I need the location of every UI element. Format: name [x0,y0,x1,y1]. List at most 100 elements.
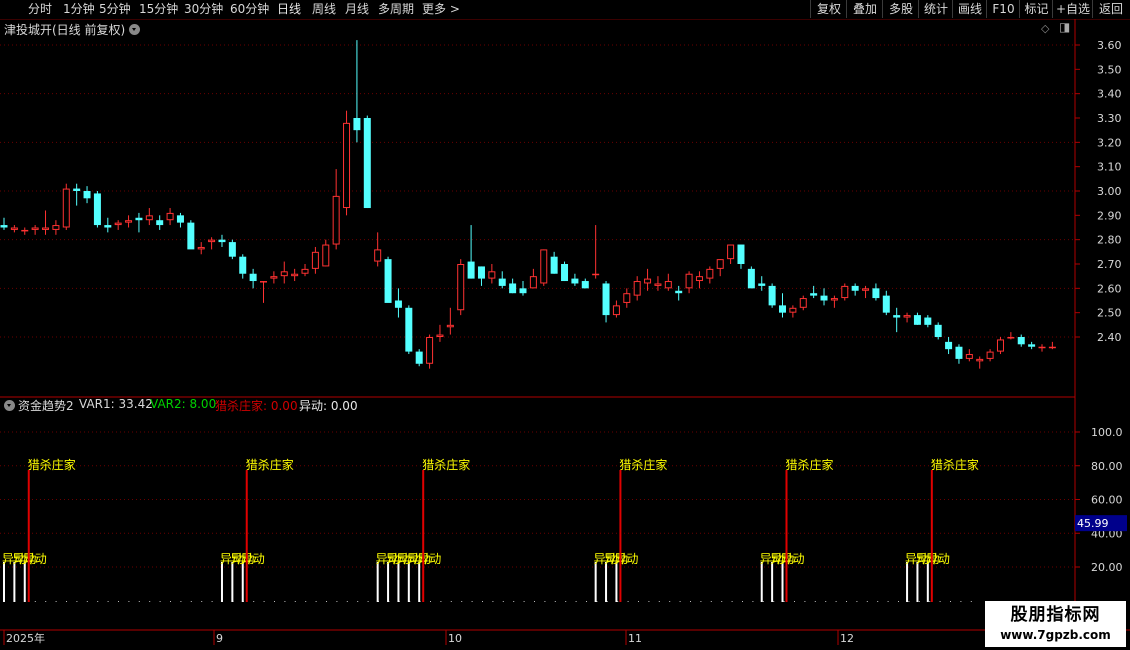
top-toolbar: 分时 1分钟 5分钟 15分钟 30分钟 60分钟 日线 周线 月线 多周期 更… [0,0,1130,20]
baseline-dot [357,601,359,602]
period-tab-1min[interactable]: 1分钟 [63,1,95,18]
baseline-dot [898,601,899,602]
more-periods-button[interactable]: 更多 > [422,1,460,18]
candlestick [457,259,465,316]
back-button[interactable]: 返回 [1092,0,1129,18]
candle-body [498,278,506,286]
candlestick [581,278,589,289]
candle-body [93,193,101,226]
indicator-name[interactable]: 资金趋势2 [18,397,74,414]
watermark-url: www.7gpzb.com [1000,628,1111,642]
candle-body [291,273,299,277]
candle-body [509,283,517,294]
yidong-label: 异动 [396,552,420,566]
baseline-dot [170,601,171,602]
candle-body [260,281,267,283]
period-tab-60min[interactable]: 60分钟 [230,1,269,18]
yidong-label: 异动 [760,552,784,566]
baseline-dot [669,601,671,602]
candle-body [249,273,257,282]
candlestick [218,234,226,247]
lieshazhuangjia-value: 猎杀庄家: 0.00 [215,399,298,413]
baseline-dot [710,601,712,602]
candle-body [83,191,91,199]
signal-label: 猎杀庄家 [28,457,76,472]
candlestick [10,225,18,233]
layout-toggle-icon[interactable]: ◨ [1059,20,1070,34]
baseline-dot [222,601,223,602]
yidong-bar [220,562,223,602]
restore-rights-button[interactable]: 复权 [810,0,847,18]
candle-body [166,212,174,221]
period-tab-multi[interactable]: 多周期 [378,1,414,18]
baseline-dot [66,601,67,602]
candlestick [260,281,267,303]
baseline-dot [118,601,119,602]
candle-body [446,324,454,328]
yidong-bar [916,562,919,602]
candlestick [903,312,911,323]
period-tab-weekly[interactable]: 周线 [312,1,336,18]
candle-body [664,281,672,289]
add-favorite-button[interactable]: +自选 [1052,0,1093,18]
baseline-dot [159,601,161,602]
price-axis-label: 2.60 [1097,282,1122,295]
f10-button[interactable]: F10 [986,0,1020,18]
candle-body [104,225,112,228]
candlestick [1048,341,1056,350]
baseline-dot [263,601,265,602]
indicator-menu-icon[interactable] [4,400,15,411]
candlestick [758,276,766,291]
candle-body [945,341,953,350]
period-tab-daily[interactable]: 日线 [277,1,301,18]
baseline-dot [814,601,816,602]
candlestick [426,334,434,369]
chart-canvas[interactable]: 异动异动异动 异动异动异动 异动异动异动异动异动 异动异动异动 异动异动异动 异动异动异动… [0,0,1130,650]
yidong-label: 异动 [781,552,805,566]
yidong-bar [605,562,608,602]
statistics-button[interactable]: 统计 [918,0,953,18]
baseline-dot [388,601,390,602]
baseline-dot [346,601,348,602]
candlestick [280,261,288,284]
baseline-dot [970,601,972,602]
baseline-dot [211,601,213,602]
candlestick [114,220,122,230]
candle-body [457,264,465,311]
candle-body [363,118,371,209]
yidong-label: 异动 [376,552,400,566]
candle-body [239,256,247,274]
candlestick [893,307,901,333]
overlay-button[interactable]: 叠加 [846,0,883,18]
baseline-dot [658,601,660,602]
draw-line-button[interactable]: 画线 [952,0,987,18]
chevron-down-icon[interactable] [129,24,140,35]
period-tab-15min[interactable]: 15分钟 [139,1,178,18]
candle-body [882,295,890,313]
candlestick [976,356,984,369]
diamond-icon[interactable]: ◇ [1041,22,1049,35]
candlestick [996,337,1004,355]
candle-body [73,188,81,191]
candle-body [145,215,153,221]
period-tab-30min[interactable]: 30分钟 [184,1,223,18]
candlestick [644,268,652,291]
candle-body [903,315,911,318]
price-axis-label: 3.30 [1097,112,1122,125]
mark-button[interactable]: 标记 [1019,0,1053,18]
multi-stock-button[interactable]: 多股 [882,0,919,18]
candlestick [612,300,620,318]
baseline-dot [544,601,546,602]
baseline-dot [305,601,307,602]
candle-body [52,225,60,230]
candle-body [228,242,236,257]
candlestick [716,259,724,277]
period-tab-5min[interactable]: 5分钟 [99,1,131,18]
period-tab-monthly[interactable]: 月线 [345,1,369,18]
candlestick [384,256,392,303]
yidong-label: 异动 [386,552,410,566]
candlestick [343,110,351,216]
period-tab-intraday[interactable]: 分时 [28,1,52,18]
candle-body [986,351,994,359]
baseline-dot [731,601,733,602]
